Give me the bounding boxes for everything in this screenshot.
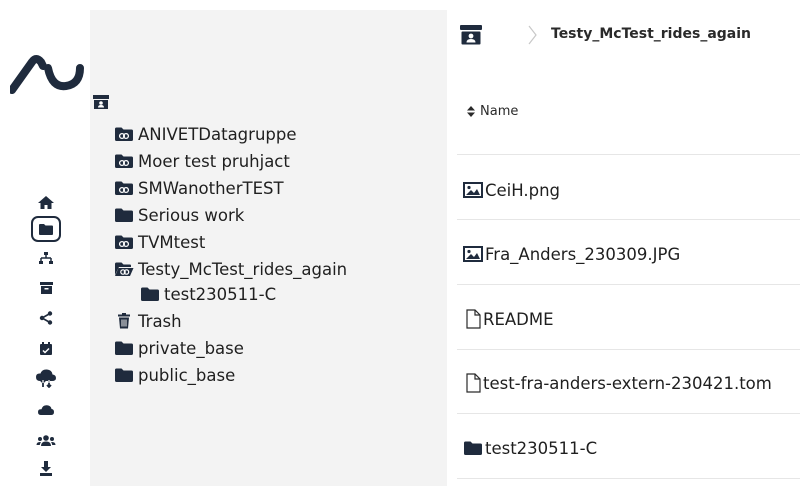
divider [457, 413, 800, 414]
divider [457, 478, 800, 479]
tree-item-label: Trash [138, 311, 182, 331]
download-icon[interactable] [31, 456, 61, 480]
icon-rail [0, 0, 90, 486]
tree-item[interactable]: public_base [114, 363, 235, 387]
image-icon [463, 182, 483, 198]
folder-icon [114, 340, 134, 356]
breadcrumb-separator-icon [528, 25, 537, 45]
folder-icon[interactable] [31, 216, 61, 242]
folder-icon [114, 207, 134, 223]
tree-item-label: TVMtest [138, 232, 206, 252]
logo [10, 55, 84, 94]
tree-item-label: Testy_McTest_rides_again [138, 259, 348, 279]
file-browser: Testy_McTest_rides_again Name CeiH.png F… [447, 0, 800, 486]
file-icon [465, 373, 481, 393]
tree-item[interactable]: TVMtest [114, 230, 205, 254]
tree-item-label: Moer test pruhjact [138, 151, 290, 171]
user-archive-icon[interactable] [92, 94, 110, 114]
file-row[interactable]: test230511-C [463, 432, 597, 464]
column-header-name: Name [480, 104, 519, 119]
cloud-icon[interactable] [31, 398, 61, 422]
tree-item-label: SMWanotherTEST [138, 178, 284, 198]
tree-item-label: public_base [138, 365, 236, 385]
file-row[interactable]: Fra_Anders_230309.JPG [463, 238, 680, 270]
tree-item[interactable]: private_base [114, 336, 244, 360]
sitemap-icon[interactable] [31, 246, 61, 270]
divider [457, 349, 800, 350]
shared-folder-open-icon [114, 261, 134, 277]
file-icon [465, 309, 481, 329]
user-archive-icon[interactable] [459, 24, 483, 50]
tree-item[interactable]: SMWanotherTEST [114, 176, 284, 200]
file-row[interactable]: test-fra-anders-extern-230421.tom [465, 367, 772, 399]
file-name: CeiH.png [485, 180, 561, 200]
divider [457, 284, 800, 285]
tree-item[interactable]: Serious work [114, 203, 244, 227]
file-name: README [483, 309, 554, 329]
folder-icon [140, 286, 160, 302]
tree-item[interactable]: test230511-C [140, 282, 276, 306]
tree-item[interactable]: ANIVETDatagruppe [114, 122, 297, 146]
shared-folder-icon [114, 126, 134, 142]
tree-item[interactable]: Trash [114, 309, 182, 333]
file-name: Fra_Anders_230309.JPG [485, 244, 681, 264]
divider [457, 154, 800, 155]
breadcrumb-current[interactable]: Testy_McTest_rides_again [551, 26, 751, 42]
file-name: test-fra-anders-extern-230421.tom [483, 373, 772, 393]
image-icon [463, 246, 483, 262]
tree-item-label: private_base [138, 338, 244, 358]
file-name: test230511-C [485, 438, 598, 458]
trash-icon [114, 313, 134, 329]
sort-by-name-button[interactable]: Name [467, 104, 518, 119]
shared-folder-icon [114, 234, 134, 250]
tree-item-expanded[interactable]: Testy_McTest_rides_again [114, 257, 347, 281]
home-icon[interactable] [31, 190, 61, 214]
archive-icon[interactable] [31, 276, 61, 300]
calendar-check-icon[interactable] [31, 336, 61, 360]
folder-tree: ANIVETDatagruppe Moer test pruhjact SMWa… [90, 10, 447, 486]
shared-folder-icon [114, 180, 134, 196]
file-row[interactable]: README [465, 303, 554, 335]
folder-icon [463, 440, 483, 456]
sort-icon [467, 106, 475, 117]
tree-item[interactable]: Moer test pruhjact [114, 149, 290, 173]
cloud-transfer-icon[interactable] [31, 366, 61, 390]
users-icon[interactable] [31, 428, 61, 452]
share-icon[interactable] [31, 306, 61, 330]
tree-item-label: test230511-C [164, 284, 277, 304]
folder-icon [114, 367, 134, 383]
tree-item-label: ANIVETDatagruppe [138, 124, 297, 144]
divider [457, 219, 800, 220]
tree-item-label: Serious work [138, 205, 245, 225]
shared-folder-icon [114, 153, 134, 169]
file-row[interactable]: CeiH.png [463, 174, 560, 206]
